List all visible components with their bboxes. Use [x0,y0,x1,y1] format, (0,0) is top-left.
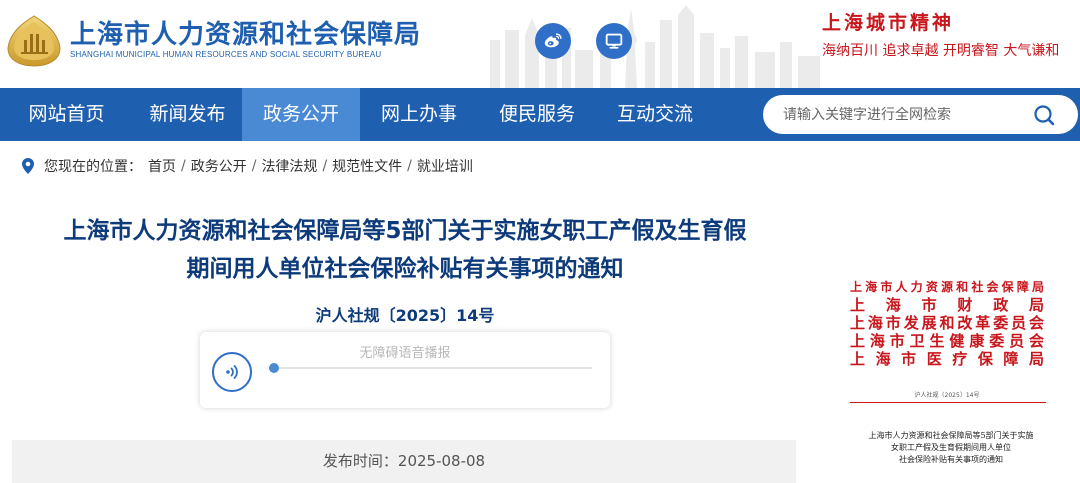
issuer-name: 上海市医疗保障局 [850,350,1044,368]
issuer-name: 上海市财政局 [850,296,1044,314]
breadcrumb: 您现在的位置： 首页 / 政务公开 / 法律法规 / 规范性文件 / 就业培训 [20,155,473,177]
site-subtitle: SHANGHAI MUNICIPAL HUMAN RESOURCES AND S… [70,50,382,59]
nav-item-gov-affairs[interactable]: 政务公开 [242,88,360,141]
document-number: 沪人社规〔2025〕14号 [315,306,495,325]
breadcrumb-gov-affairs[interactable]: 政务公开 [191,156,247,176]
city-spirit-title: 上海城市精神 [822,12,955,34]
audio-player: 无障碍语音播报 [200,332,610,408]
breadcrumb-employment-training[interactable]: 就业培训 [417,156,473,176]
nav-item-online-service[interactable]: 网上办事 [360,88,478,141]
city-spirit-slogan: 海纳百川 追求卓越 开明睿智 大气谦和 [822,43,1060,59]
monitor-icon [605,33,623,49]
document-preview-caption: 上海市人力资源和社会保障局等5部门关于实施 女职工产假及生育假期间用人单位 社会… [846,430,1056,466]
nav-item-home[interactable]: 网站首页 [0,88,133,141]
weibo-icon [544,33,562,48]
document-issuers: 上海市人力资源和社会保障局 上海市财政局 上海市发展和改革委员会 上海市卫生健康… [850,278,1044,368]
document-preview-number: 沪人社规〔2025〕14号 [914,392,980,399]
caption-line: 社会保险补贴有关事项的通知 [899,455,1003,464]
audio-progress-track[interactable] [269,363,592,373]
nav-item-public-service[interactable]: 便民服务 [478,88,596,141]
breadcrumb-home[interactable]: 首页 [148,156,176,176]
breadcrumb-normative-docs[interactable]: 规范性文件 [332,156,402,176]
audio-progress-handle[interactable] [269,363,279,373]
issuer-name: 上海市发展和改革委员会 [850,314,1044,332]
audio-player-label: 无障碍语音播报 [359,346,451,361]
skyline-decoration [490,5,820,88]
breadcrumb-separator: / [407,158,412,174]
pc-version-button[interactable] [596,23,632,59]
publish-date: 发布时间：2025-08-08 [12,440,796,483]
nav-item-news[interactable]: 新闻发布 [133,88,242,141]
caption-line: 上海市人力资源和社会保障局等5部门关于实施 [868,431,1034,440]
site-header: 上海市人力资源和社会保障局 SHANGHAI MUNICIPAL HUMAN R… [0,0,1080,88]
bureau-logo [7,15,61,67]
breadcrumb-separator: / [181,158,186,174]
search-icon[interactable] [1032,103,1056,127]
search-input[interactable] [783,103,1023,127]
breadcrumb-separator: / [322,158,328,174]
speaker-wave-icon [226,365,238,379]
site-title[interactable]: 上海市人力资源和社会保障局 [70,14,421,51]
weibo-button[interactable] [535,23,571,59]
red-divider [850,402,1046,403]
play-audio-button[interactable] [212,352,252,392]
breadcrumb-separator: / [251,158,257,174]
issuer-name: 上海市卫生健康委员会 [850,332,1044,350]
document-preview[interactable]: 上海市人力资源和社会保障局 上海市财政局 上海市发展和改革委员会 上海市卫生健康… [838,262,1056,483]
nav-item-interaction[interactable]: 互动交流 [596,88,714,141]
caption-line: 女职工产假及生育假期间用人单位 [891,443,1011,452]
breadcrumb-laws[interactable]: 法律法规 [261,156,317,176]
issuer-name: 上海市人力资源和社会保障局 [850,280,1044,294]
article-title-line-2: 期间用人单位社会保险补贴有关事项的通知 [186,256,624,282]
article-title: 上海市人力资源和社会保障局等5部门关于实施女职工产假及生育假 期间用人单位社会保… [10,212,800,288]
article-title-line-1: 上海市人力资源和社会保障局等5部门关于实施女职工产假及生育假 [63,218,747,244]
site-search [763,95,1078,134]
location-pin-icon [22,158,34,174]
breadcrumb-label: 您现在的位置： [44,159,142,175]
